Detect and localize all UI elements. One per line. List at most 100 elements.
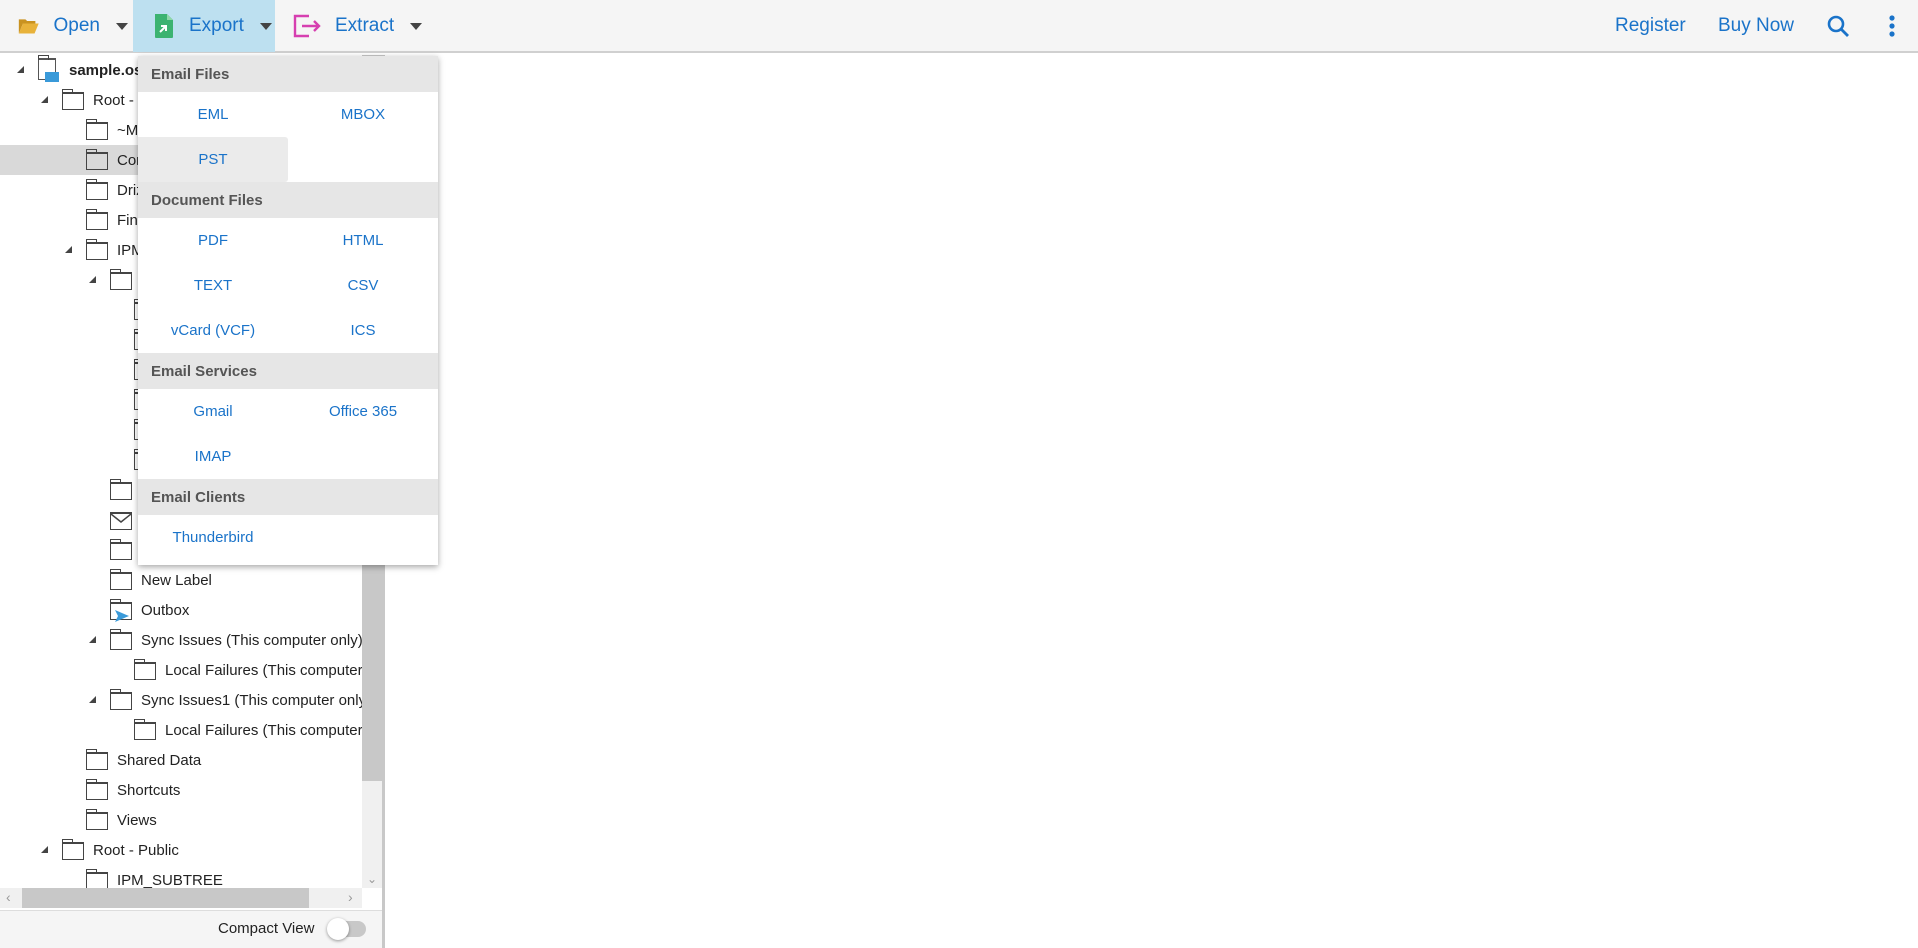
extract-label: Extract bbox=[335, 15, 395, 36]
menu-section-header: Email Clients bbox=[138, 479, 438, 515]
folder-icon bbox=[85, 209, 108, 230]
export-option-csv[interactable]: CSV bbox=[288, 263, 438, 308]
folder-icon bbox=[85, 749, 108, 770]
menu-row: vCard (VCF) ICS bbox=[138, 308, 438, 353]
extract-button[interactable]: Extract bbox=[293, 0, 423, 52]
scroll-down-icon[interactable]: ⌄ bbox=[367, 872, 377, 886]
search-button[interactable] bbox=[1826, 0, 1864, 52]
open-button[interactable]: Open bbox=[18, 0, 128, 52]
expand-toggle-icon[interactable] bbox=[89, 696, 96, 703]
export-option-vcard-vcf[interactable]: vCard (VCF) bbox=[138, 308, 288, 353]
horizontal-scrollbar[interactable]: ‹ › bbox=[0, 888, 362, 908]
tree-item[interactable]: New Label bbox=[0, 565, 362, 595]
export-option-pst[interactable]: PST bbox=[138, 137, 288, 182]
export-option-office-365[interactable]: Office 365 bbox=[288, 389, 438, 434]
chevron-down-icon bbox=[259, 22, 272, 30]
tree-item-label: Root - Public bbox=[93, 841, 179, 859]
tree-item-label: Shared Data bbox=[117, 751, 202, 769]
export-button[interactable]: Export bbox=[133, 0, 275, 52]
folder-icon bbox=[85, 179, 108, 200]
tree-item[interactable]: Outbox bbox=[0, 595, 362, 625]
export-dropdown-menu: Email Files EML MBOX PST Document Files PDF HT… bbox=[138, 56, 438, 565]
export-option-html[interactable]: HTML bbox=[288, 218, 438, 263]
extract-icon bbox=[293, 14, 321, 38]
mail-icon bbox=[110, 512, 132, 530]
menu-row: Thunderbird bbox=[138, 515, 438, 560]
menu-row: PST bbox=[138, 137, 438, 182]
toggle-knob bbox=[327, 918, 349, 940]
folder-icon bbox=[133, 719, 156, 740]
export-option-mbox[interactable]: MBOX bbox=[288, 92, 438, 137]
tree-item-label: Views bbox=[117, 811, 157, 829]
folder-icon bbox=[109, 539, 132, 560]
register-label: Register bbox=[1615, 15, 1686, 36]
menu-row: TEXT CSV bbox=[138, 263, 438, 308]
menu-section-header: Email Services bbox=[138, 353, 438, 389]
buy-now-link[interactable]: Buy Now bbox=[1718, 0, 1794, 52]
export-option-imap[interactable]: IMAP bbox=[138, 434, 288, 479]
buy-now-label: Buy Now bbox=[1718, 15, 1795, 36]
bottom-bar: Compact View bbox=[0, 910, 382, 948]
menu-row: IMAP bbox=[138, 434, 438, 479]
folder-icon bbox=[109, 689, 132, 710]
folder-icon bbox=[85, 809, 108, 830]
folder-icon bbox=[85, 779, 108, 800]
folder-icon bbox=[109, 269, 132, 290]
tree-item[interactable]: Sync Issues1 (This computer only) bbox=[0, 685, 362, 715]
export-label: Export bbox=[189, 15, 244, 36]
export-option-pdf[interactable]: PDF bbox=[138, 218, 288, 263]
export-option-text[interactable]: TEXT bbox=[138, 263, 288, 308]
expand-toggle-icon[interactable] bbox=[65, 246, 72, 253]
export-option-ics[interactable]: ICS bbox=[288, 308, 438, 353]
export-option-thunderbird[interactable]: Thunderbird bbox=[138, 515, 288, 560]
scroll-right-icon[interactable]: › bbox=[348, 889, 353, 905]
export-option-gmail[interactable]: Gmail bbox=[138, 389, 288, 434]
tree-item[interactable]: Sync Issues (This computer only) bbox=[0, 625, 362, 655]
tree-item[interactable]: Shared Data bbox=[0, 745, 362, 775]
register-link[interactable]: Register bbox=[1615, 0, 1686, 52]
more-vertical-icon bbox=[1889, 15, 1895, 37]
tree-item-label: Local Failures (This computer only) bbox=[165, 661, 362, 679]
folder-icon bbox=[109, 629, 132, 650]
tree-item-label: Sync Issues (This computer only) bbox=[141, 631, 362, 649]
folder-icon bbox=[61, 89, 84, 110]
scroll-left-icon[interactable]: ‹ bbox=[6, 889, 11, 905]
toolbar: Open Export Extract Register Buy Now bbox=[0, 0, 1918, 53]
tree-item[interactable]: Root - Public bbox=[0, 835, 362, 865]
menu-row: Gmail Office 365 bbox=[138, 389, 438, 434]
open-label: Open bbox=[53, 15, 100, 36]
expand-toggle-icon[interactable] bbox=[41, 96, 48, 103]
expand-toggle-icon[interactable] bbox=[89, 636, 96, 643]
menu-row: PDF HTML bbox=[138, 218, 438, 263]
more-menu-button[interactable] bbox=[1888, 0, 1910, 52]
compact-view-label: Compact View bbox=[218, 920, 315, 937]
search-icon bbox=[1827, 15, 1849, 37]
menu-row: EML MBOX bbox=[138, 92, 438, 137]
folder-icon bbox=[61, 839, 84, 860]
export-option-eml[interactable]: EML bbox=[138, 92, 288, 137]
export-file-icon bbox=[155, 14, 173, 38]
tree-item[interactable]: Local Failures (This computer only) bbox=[0, 655, 362, 685]
tree-item-label: Sync Issues1 (This computer only) bbox=[141, 691, 362, 709]
menu-section-header: Email Files bbox=[138, 56, 438, 92]
compact-view-toggle[interactable] bbox=[327, 918, 366, 940]
outbox-icon bbox=[109, 599, 132, 622]
folder-icon bbox=[109, 479, 132, 500]
tree-item[interactable]: Shortcuts bbox=[0, 775, 362, 805]
tree-item-label: Shortcuts bbox=[117, 781, 181, 799]
horizontal-scrollbar-thumb[interactable] bbox=[22, 888, 309, 908]
folder-open-icon bbox=[18, 19, 39, 34]
expand-toggle-icon[interactable] bbox=[89, 276, 96, 283]
folder-icon bbox=[85, 119, 108, 140]
expand-toggle-icon[interactable] bbox=[17, 66, 24, 73]
folder-icon bbox=[85, 149, 108, 170]
tree-item[interactable]: Local Failures (This computer only) bbox=[0, 715, 362, 745]
tree-item-label: Outbox bbox=[141, 601, 190, 619]
ost-file-icon bbox=[37, 55, 59, 82]
menu-section-header: Document Files bbox=[138, 182, 438, 218]
chevron-down-icon bbox=[116, 22, 128, 30]
tree-item-label: New Label bbox=[141, 571, 212, 589]
tree-item[interactable]: Views bbox=[0, 805, 362, 835]
expand-toggle-icon[interactable] bbox=[41, 846, 48, 853]
tree-item-label: sample.ost bbox=[69, 61, 148, 79]
